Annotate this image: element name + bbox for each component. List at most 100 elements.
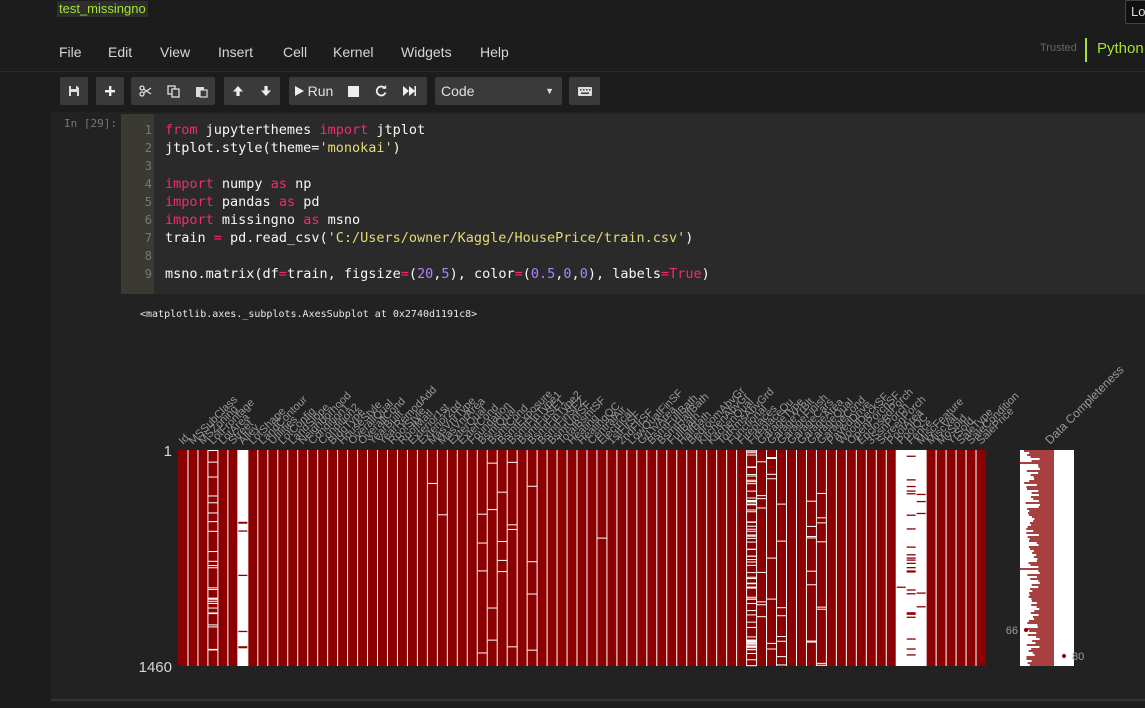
present-line <box>916 592 927 594</box>
menu-kernel[interactable]: Kernel <box>333 44 373 60</box>
missing-line <box>207 521 218 523</box>
code-token: ) <box>701 266 710 282</box>
missing-line <box>207 626 218 628</box>
save-button[interactable] <box>60 77 88 105</box>
missing-line <box>746 652 757 654</box>
run-label: Run <box>307 83 334 99</box>
missing-line <box>746 636 757 638</box>
run-group: Run <box>289 77 427 105</box>
missing-line <box>766 458 777 460</box>
menu-widgets[interactable]: Widgets <box>401 44 452 60</box>
missing-line <box>207 624 218 626</box>
menu-file[interactable]: File <box>59 44 82 60</box>
missing-line <box>207 649 218 651</box>
code-token: numpy <box>213 176 271 192</box>
present-line <box>237 646 248 648</box>
present-line <box>906 562 917 564</box>
missing-line <box>776 540 787 542</box>
missing-line <box>746 454 757 456</box>
code-line: msno.matrix(df=train, figsize=(20,5), co… <box>165 266 710 282</box>
line-number: 2 <box>144 141 152 155</box>
missing-line <box>477 652 488 654</box>
missing-line <box>806 500 817 502</box>
restart-run-all-button[interactable] <box>395 77 423 105</box>
present-line <box>906 528 917 530</box>
missing-line <box>746 450 757 452</box>
restart-button[interactable] <box>367 77 395 105</box>
present-line <box>916 500 927 503</box>
missing-block <box>896 450 907 666</box>
missing-line <box>207 476 218 478</box>
code-token: msno <box>319 212 361 228</box>
y-tick-label: 1 <box>164 443 172 460</box>
code-token: ) <box>392 140 401 156</box>
code-token: jtplot <box>368 122 426 138</box>
missing-line <box>477 513 488 515</box>
code-token: = <box>278 266 287 282</box>
missing-line <box>207 567 218 569</box>
menu-view[interactable]: View <box>160 44 190 60</box>
code-token: = <box>660 266 670 282</box>
missing-line <box>766 473 777 475</box>
missing-line <box>816 517 827 519</box>
paste-button[interactable] <box>187 77 215 105</box>
missing-line <box>746 521 757 523</box>
code-line: import pandas as pd <box>165 194 319 210</box>
missing-line <box>497 559 508 561</box>
command-palette-button[interactable] <box>569 77 600 105</box>
insert-cell-button[interactable] <box>96 77 124 105</box>
stop-icon <box>347 85 359 97</box>
kernel-name[interactable]: Python <box>1097 40 1144 57</box>
missing-line <box>746 586 757 588</box>
code-token: = <box>213 230 222 246</box>
present-line <box>237 630 248 633</box>
missing-line <box>776 664 787 666</box>
code-token: missingno <box>213 212 304 228</box>
copy-button[interactable] <box>159 77 187 105</box>
missingno-matrix-chart: IdMSSubClassMSZoningLotFrontageLotAreaSt… <box>139 363 1127 676</box>
save-group <box>60 77 88 105</box>
missing-line <box>776 656 787 658</box>
matrix-background <box>178 450 986 666</box>
keyboard-group <box>569 77 600 105</box>
code-token: jupyterthemes <box>197 122 320 138</box>
code-token: as <box>303 212 320 228</box>
missing-line <box>746 481 757 483</box>
missing-line <box>756 601 767 603</box>
run-button[interactable]: Run <box>289 77 339 105</box>
play-icon <box>294 86 304 96</box>
missing-line <box>776 615 787 617</box>
code-token: jtplot.style(theme= <box>165 140 320 156</box>
cell-type-select[interactable]: Code ▼ <box>435 77 562 105</box>
missing-line <box>806 537 817 539</box>
move-down-button[interactable] <box>252 77 280 105</box>
code-token: train, figsize <box>286 266 401 282</box>
column-label: SaleCondition <box>965 390 1022 447</box>
missing-line <box>746 525 757 527</box>
missing-line <box>207 587 218 589</box>
missing-line <box>746 639 757 641</box>
trusted-indicator[interactable]: Trusted <box>1040 42 1077 54</box>
present-line <box>906 554 917 556</box>
cut-button[interactable] <box>131 77 159 105</box>
code-token: msno.matrix(df <box>165 266 279 282</box>
code-token: 0.5 <box>530 266 556 282</box>
menu-insert[interactable]: Insert <box>218 44 253 60</box>
interrupt-button[interactable] <box>339 77 367 105</box>
missing-line <box>746 576 757 578</box>
missing-line <box>507 461 518 463</box>
restart-icon <box>375 85 387 97</box>
missing-line <box>756 616 767 618</box>
menu-edit[interactable]: Edit <box>108 44 132 60</box>
plus-icon <box>105 86 115 96</box>
menu-cell[interactable]: Cell <box>283 44 307 60</box>
missing-line <box>207 512 218 514</box>
missing-line <box>427 482 438 484</box>
missing-line <box>497 571 508 573</box>
missing-line <box>806 525 817 527</box>
notebook-name[interactable]: test_missingno <box>57 1 148 17</box>
login-button[interactable]: Lo <box>1125 0 1145 24</box>
move-up-button[interactable] <box>224 77 252 105</box>
present-line <box>906 546 917 548</box>
menu-help[interactable]: Help <box>480 44 509 60</box>
